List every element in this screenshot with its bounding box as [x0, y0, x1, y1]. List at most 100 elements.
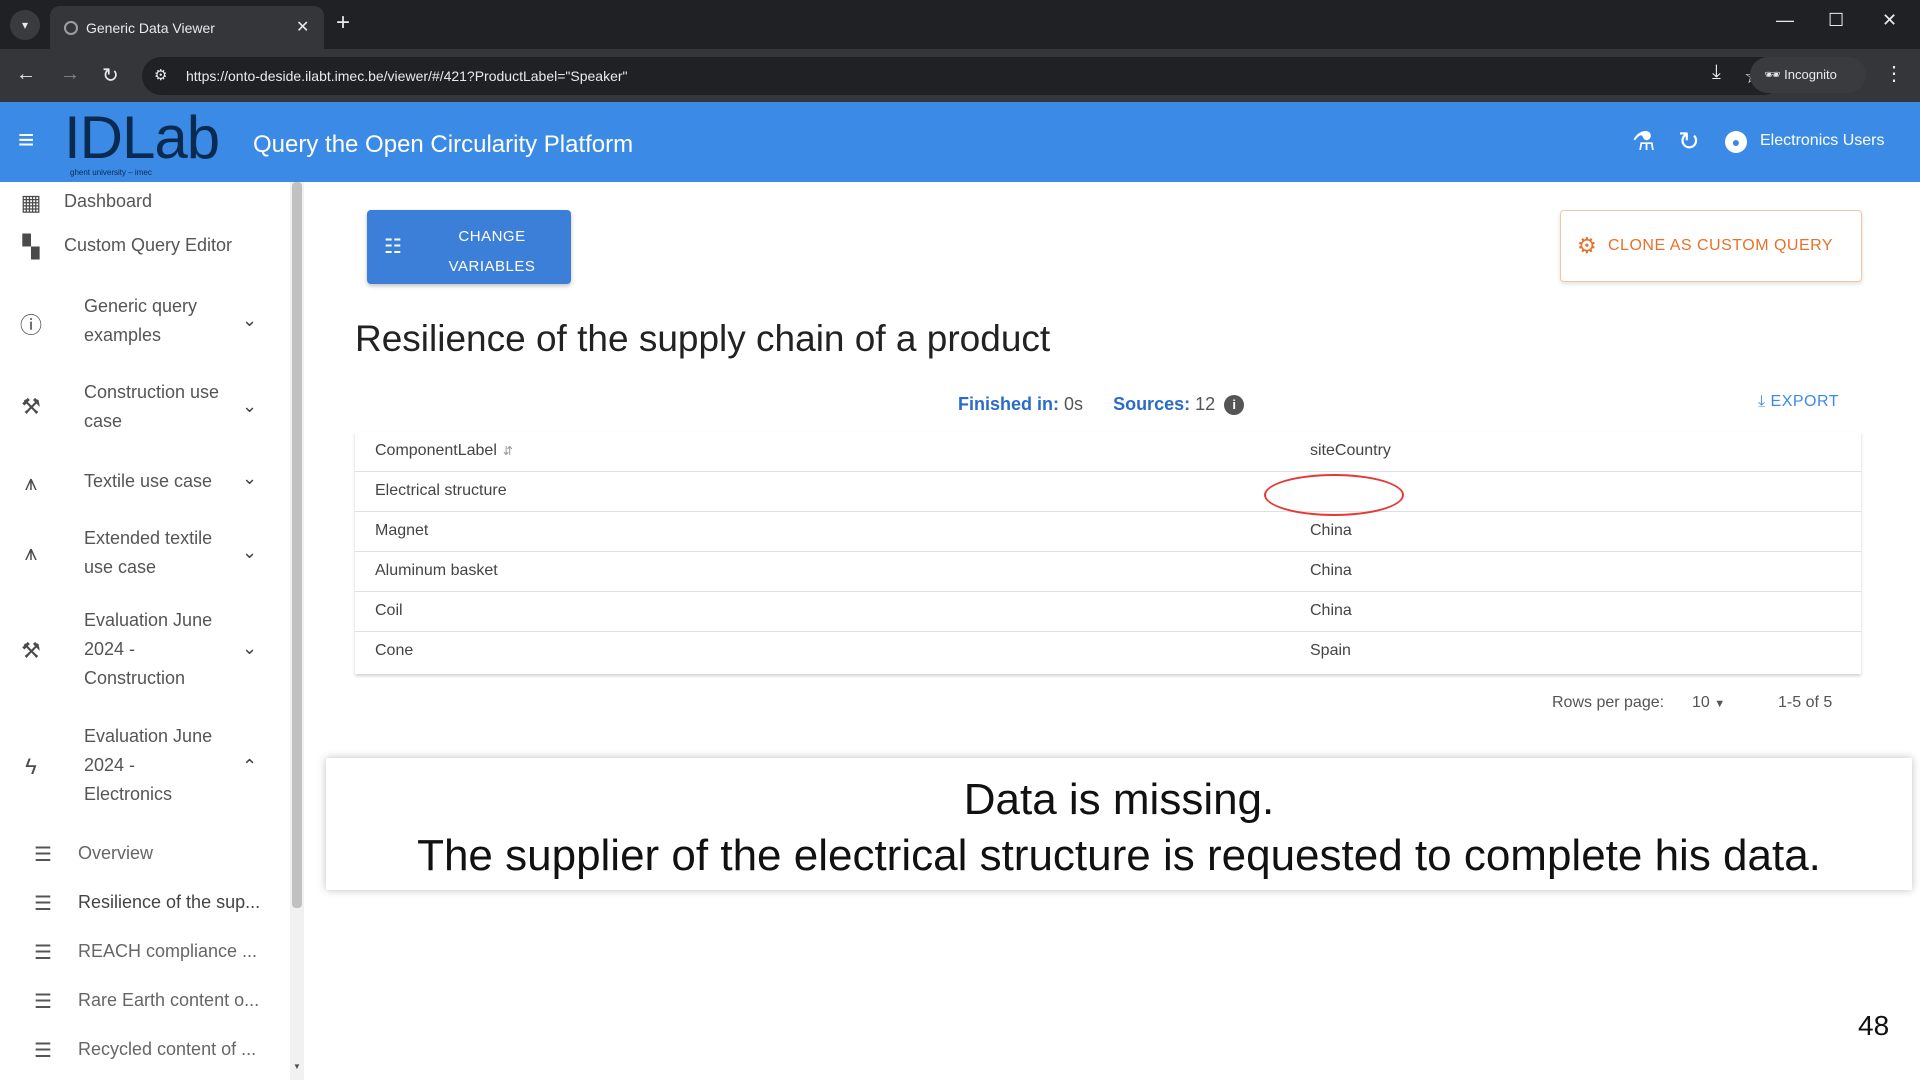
reload-button[interactable]: ↻ — [102, 63, 119, 88]
grid-add-icon: ▚ — [22, 234, 40, 259]
sidebar-subitem-label: Rare Earth content o... — [78, 990, 260, 1010]
table-row: Cone Spain — [355, 632, 1861, 672]
change-variables-button[interactable]: ☷ CHANGE VARIABLES — [367, 210, 571, 284]
export-label: EXPORT — [1770, 393, 1840, 410]
sidebar-item-label: Construction use — [84, 382, 220, 402]
sidebar-item-label: 2024 - — [84, 755, 136, 775]
sources-info-icon[interactable]: i — [1224, 395, 1245, 416]
logo-text: IDLab — [64, 104, 220, 171]
tune-icon: ☷ — [384, 236, 402, 258]
finished-label: Finished in: — [958, 394, 1059, 414]
chevron-down-icon[interactable]: ⌄ — [242, 396, 257, 417]
sidebar-item-label: Generic query — [84, 296, 198, 316]
tab-search-button[interactable]: ▾ — [10, 10, 40, 40]
close-window-button[interactable]: ✕ — [1882, 10, 1897, 31]
change-variables-line: VARIABLES — [448, 258, 536, 275]
sidebar-item-label: examples — [84, 325, 162, 345]
sidebar-item-custom-query-editor[interactable]: ▚ Custom Query Editor — [0, 226, 290, 266]
pagination-range: 1-5 of 5 — [1778, 694, 1833, 711]
slide-number: 48 — [1858, 1010, 1890, 1041]
list-icon: ☰ — [34, 844, 52, 866]
browser-tab[interactable]: Generic Data Viewer ✕ — [50, 6, 324, 49]
app-bar: ≡ IDLab ghent university – imec Query th… — [0, 102, 1920, 182]
address-bar[interactable]: ⚙ https://onto-deside.ilabt.imec.be/view… — [142, 57, 1782, 95]
table-cell: China — [1310, 522, 1352, 539]
sidebar-item-label: 2024 - — [84, 639, 136, 659]
download-icon[interactable]: ⤓ — [1712, 61, 1721, 84]
dropdown-arrow-icon: ▼ — [1714, 698, 1726, 710]
query-meta: Finished in: 0s Sources: 12 i — [958, 394, 1245, 416]
tab-title: Generic Data Viewer — [86, 20, 215, 36]
table-cell: China — [1310, 562, 1352, 579]
app-title: Query the Open Circularity Platform — [253, 131, 634, 158]
column-header[interactable]: siteCountry — [1310, 442, 1391, 460]
account-icon[interactable]: ● — [1725, 131, 1747, 153]
sidebar-subitem-label: Recycled content of ... — [78, 1039, 257, 1059]
list-icon: ☰ — [34, 893, 52, 915]
chevron-up-icon[interactable]: ⌃ — [242, 756, 257, 777]
table-row: Coil China — [355, 592, 1861, 632]
chevron-down-icon[interactable]: ⌄ — [242, 638, 257, 659]
browser-menu-icon[interactable]: ⋮ — [1884, 61, 1904, 86]
menu-icon[interactable]: ≡ — [18, 124, 34, 156]
sidebar-item-label: Textile use case — [84, 471, 213, 491]
url-text[interactable]: https://onto-deside.ilabt.imec.be/viewer… — [186, 68, 628, 84]
sidebar-subitem-recycled-content[interactable]: ☰ Recycled content of ... — [0, 1032, 290, 1068]
forward-button[interactable]: → — [60, 63, 80, 86]
tab-close-icon[interactable]: ✕ — [296, 17, 309, 37]
table-row: Aluminum basket China — [355, 552, 1861, 592]
annotation-callout: Data is missing. The supplier of the ele… — [326, 758, 1912, 890]
clone-label: CLONE AS CUSTOM QUERY — [1608, 237, 1834, 254]
clone-as-custom-query-button[interactable]: ⚙ CLONE AS CUSTOM QUERY — [1560, 210, 1862, 282]
sidebar-item-textile-use-case[interactable]: ⩚ Textile use case ⌄ — [0, 462, 290, 502]
sidebar: ▦ Dashboard ▚ Custom Query Editor ⓘ Gene… — [0, 182, 290, 1080]
sidebar-item-dashboard[interactable]: ▦ Dashboard — [0, 182, 290, 222]
flask-icon[interactable]: ⚗ — [1632, 126, 1655, 157]
chevron-down-icon[interactable]: ⌄ — [242, 310, 257, 331]
callout-line: Data is missing. — [963, 775, 1275, 824]
column-header-label: ComponentLabel — [375, 442, 497, 459]
sidebar-subitem-label: Resilience of the sup... — [78, 892, 261, 912]
scroll-down-arrow-icon[interactable]: ▼ — [293, 1062, 301, 1071]
sidebar-subitem-resilience[interactable]: ☰ Resilience of the sup... — [0, 885, 290, 921]
sidebar-scrollbar[interactable]: ▼ — [290, 182, 304, 1080]
sidebar-subitem-reach-compliance[interactable]: ☰ REACH compliance ... — [0, 934, 290, 970]
sidebar-item-construction-use-case[interactable]: ⚒ Construction use case ⌄ — [0, 376, 290, 440]
user-name[interactable]: Electronics Users — [1760, 132, 1884, 150]
site-info-icon[interactable]: ⚙ — [154, 66, 167, 84]
results-table: ComponentLabel ⇵ siteCountry Electrical s… — [355, 432, 1861, 674]
sidebar-item-extended-textile-use-case[interactable]: ⩚ Extended textile use case ⌄ — [0, 522, 290, 586]
change-variables-line: CHANGE — [458, 228, 526, 245]
chevron-down-icon[interactable]: ⌄ — [242, 468, 257, 489]
maximize-button[interactable]: ☐ — [1828, 10, 1844, 31]
incognito-label: Incognito — [1784, 67, 1837, 82]
rows-per-page-label: Rows per page: — [1552, 694, 1665, 711]
column-header[interactable]: ComponentLabel ⇵ — [375, 442, 513, 460]
hanger-icon: ⩚ — [24, 470, 38, 495]
download-icon: ⤓ — [1758, 393, 1766, 410]
export-button[interactable]: ⤓ EXPORT — [1758, 393, 1839, 411]
sidebar-item-label: Construction — [84, 668, 186, 688]
chevron-down-icon[interactable]: ⌄ — [242, 542, 257, 563]
table-cell: China — [1310, 602, 1352, 619]
table-cell: Magnet — [375, 522, 429, 539]
sidebar-subitem-overview[interactable]: ☰ Overview — [0, 836, 290, 872]
sort-icon[interactable]: ⇵ — [503, 444, 513, 458]
sidebar-subitem-rare-earth[interactable]: ☰ Rare Earth content o... — [0, 983, 290, 1019]
new-tab-button[interactable]: + — [336, 9, 350, 37]
table-cell: Cone — [375, 642, 414, 659]
rows-per-page-select[interactable]: 10 ▼ — [1692, 694, 1725, 712]
sidebar-item-label: Electronics — [84, 784, 173, 804]
incognito-badge[interactable]: 🕶 Incognito — [1750, 57, 1866, 93]
minimize-button[interactable]: — — [1776, 10, 1794, 31]
back-button[interactable]: ← — [16, 63, 36, 86]
sidebar-item-evaluation-electronics[interactable]: ϟ Evaluation June 2024 - Electronics ⌃ — [0, 722, 290, 814]
sidebar-item-evaluation-construction[interactable]: ⚒ Evaluation June 2024 - Construction ⌄ — [0, 606, 290, 698]
sidebar-item-label: Evaluation June — [84, 610, 213, 630]
table-cell: Electrical structure — [375, 482, 507, 499]
page-title: Resilience of the supply chain of a prod… — [355, 318, 1051, 359]
refresh-icon[interactable]: ↻ — [1678, 126, 1700, 157]
scrollbar-thumb[interactable] — [292, 182, 302, 908]
table-cell: Spain — [1310, 642, 1351, 659]
sidebar-item-generic-query-examples[interactable]: ⓘ Generic query examples ⌄ — [0, 290, 290, 354]
